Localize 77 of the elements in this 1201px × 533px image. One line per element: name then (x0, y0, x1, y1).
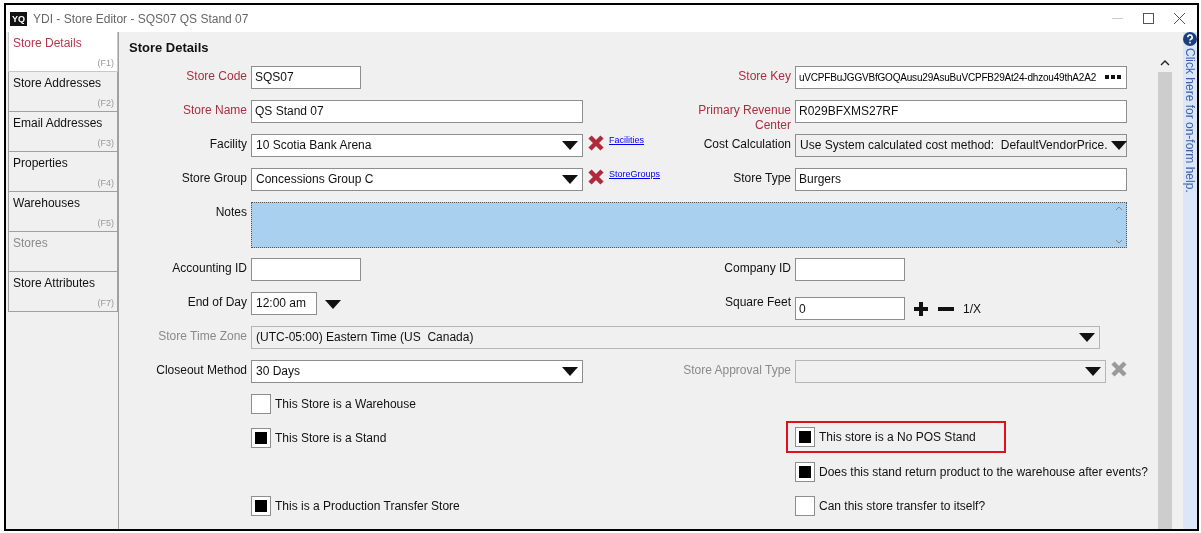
caret-icon (1111, 140, 1128, 150)
section-heading: Store Details (129, 39, 209, 57)
checkbox-label: This is a Production Transfer Store (275, 497, 460, 515)
text-field[interactable]: Burgers (795, 167, 1127, 191)
unit-label: 1/X (963, 300, 981, 318)
window-title: YDI - Store Editor - SQS07 QS Stand 07 (33, 10, 249, 28)
checkbox-label: This Store is a Stand (275, 429, 387, 447)
maximize-icon[interactable] (1143, 13, 1154, 24)
field-label: Store Code (186, 67, 247, 84)
side-tab[interactable]: Store Attributes (F7) (8, 272, 118, 312)
clear-icon[interactable] (587, 133, 605, 152)
close-icon[interactable] (1174, 13, 1185, 24)
side-tab[interactable]: Properties (F4) (8, 152, 118, 192)
link[interactable]: Facilities (609, 133, 644, 147)
field-label: Accounting ID (172, 259, 247, 276)
help-link[interactable]: Click here for on-form help. (1181, 48, 1199, 193)
checkbox[interactable] (251, 495, 271, 516)
dropdown[interactable]: 30 Days (251, 359, 583, 383)
dropdown[interactable]: Concessions Group C (251, 167, 583, 191)
shortcut-hint: (F5) (97, 216, 114, 230)
text-field[interactable]: R029BFXMS27RF (795, 99, 1127, 123)
scrollbar-thumb[interactable] (1158, 72, 1172, 529)
text-field[interactable]: QS Stand 07 (251, 99, 583, 123)
caret-icon (562, 366, 578, 376)
field-label: Store Group (181, 169, 247, 186)
text-field[interactable]: SQS07 (251, 65, 361, 89)
field-label: Square Feet (724, 293, 791, 310)
shortcut-hint: (F1) (97, 56, 114, 70)
side-tab[interactable]: Email Addresses (F3) (8, 112, 118, 152)
field-label: Facility (209, 135, 247, 152)
caret-icon (1085, 366, 1101, 376)
shortcut-hint: (F7) (97, 296, 114, 310)
help-icon[interactable] (1183, 32, 1197, 46)
side-tab[interactable]: Warehouses (F5) (8, 192, 118, 232)
dropdown[interactable]: Use System calculated cost method: DefaultVendorPrice. (795, 133, 1127, 157)
checkbox-label: This store is a No POS Stand (819, 428, 976, 446)
checkbox[interactable] (795, 426, 815, 447)
shortcut-hint: (F2) (97, 96, 114, 110)
dropdown[interactable]: 10 Scotia Bank Arena (251, 133, 583, 157)
text-field[interactable] (795, 257, 905, 281)
field-label: Store Type (733, 169, 791, 186)
side-tab[interactable]: Store Details (F1) (8, 32, 118, 72)
shortcut-hint: (F4) (97, 176, 114, 190)
clear-icon[interactable] (587, 167, 605, 186)
caret-icon (562, 174, 578, 184)
plus-icon[interactable] (913, 300, 929, 317)
checkbox[interactable] (251, 393, 271, 414)
side-tab[interactable]: Store Addresses (F2) (8, 72, 118, 112)
checkbox[interactable] (251, 427, 271, 448)
field-label: Store Key (738, 67, 791, 84)
caret-icon[interactable] (325, 299, 341, 309)
checkbox[interactable] (795, 461, 815, 482)
ellipsis-button[interactable] (1104, 73, 1122, 81)
scroll-up-icon[interactable] (1160, 60, 1170, 66)
checkbox-label: This Store is a Warehouse (275, 395, 416, 413)
key-field[interactable]: uVCPFBuJGGVBfGOQAusu29AsuBuVCPFB29At24-dhzou49thA2A2 (795, 65, 1127, 89)
field-label: Store Approval Type (683, 361, 791, 378)
field-label: Cost Calculation (703, 135, 791, 152)
field-label: Primary Revenue Center (697, 101, 791, 133)
field-label: End of Day (187, 293, 247, 310)
caret-icon (1079, 332, 1095, 342)
caret-icon (562, 140, 578, 150)
app-logo: YQ (10, 11, 27, 26)
text-field[interactable]: 0 (795, 297, 905, 320)
checkbox-label: Can this store transfer to itself? (819, 497, 986, 515)
help-panel[interactable]: Click here for on-form help. (1183, 32, 1197, 529)
field-label: Closeout Method (156, 361, 247, 378)
shortcut-hint: (F3) (97, 136, 114, 150)
field-label: Store Time Zone (158, 327, 247, 344)
field-label: Company ID (724, 259, 791, 276)
link[interactable]: StoreGroups (609, 167, 661, 181)
text-field[interactable] (251, 257, 361, 281)
field-label: Store Name (182, 101, 247, 118)
field-label: Notes (215, 203, 247, 220)
checkbox-label: Does this stand return product to the warehouse after events? (819, 463, 1148, 481)
checkbox[interactable] (795, 495, 815, 516)
dropdown[interactable]: 12:00 am (251, 291, 317, 315)
